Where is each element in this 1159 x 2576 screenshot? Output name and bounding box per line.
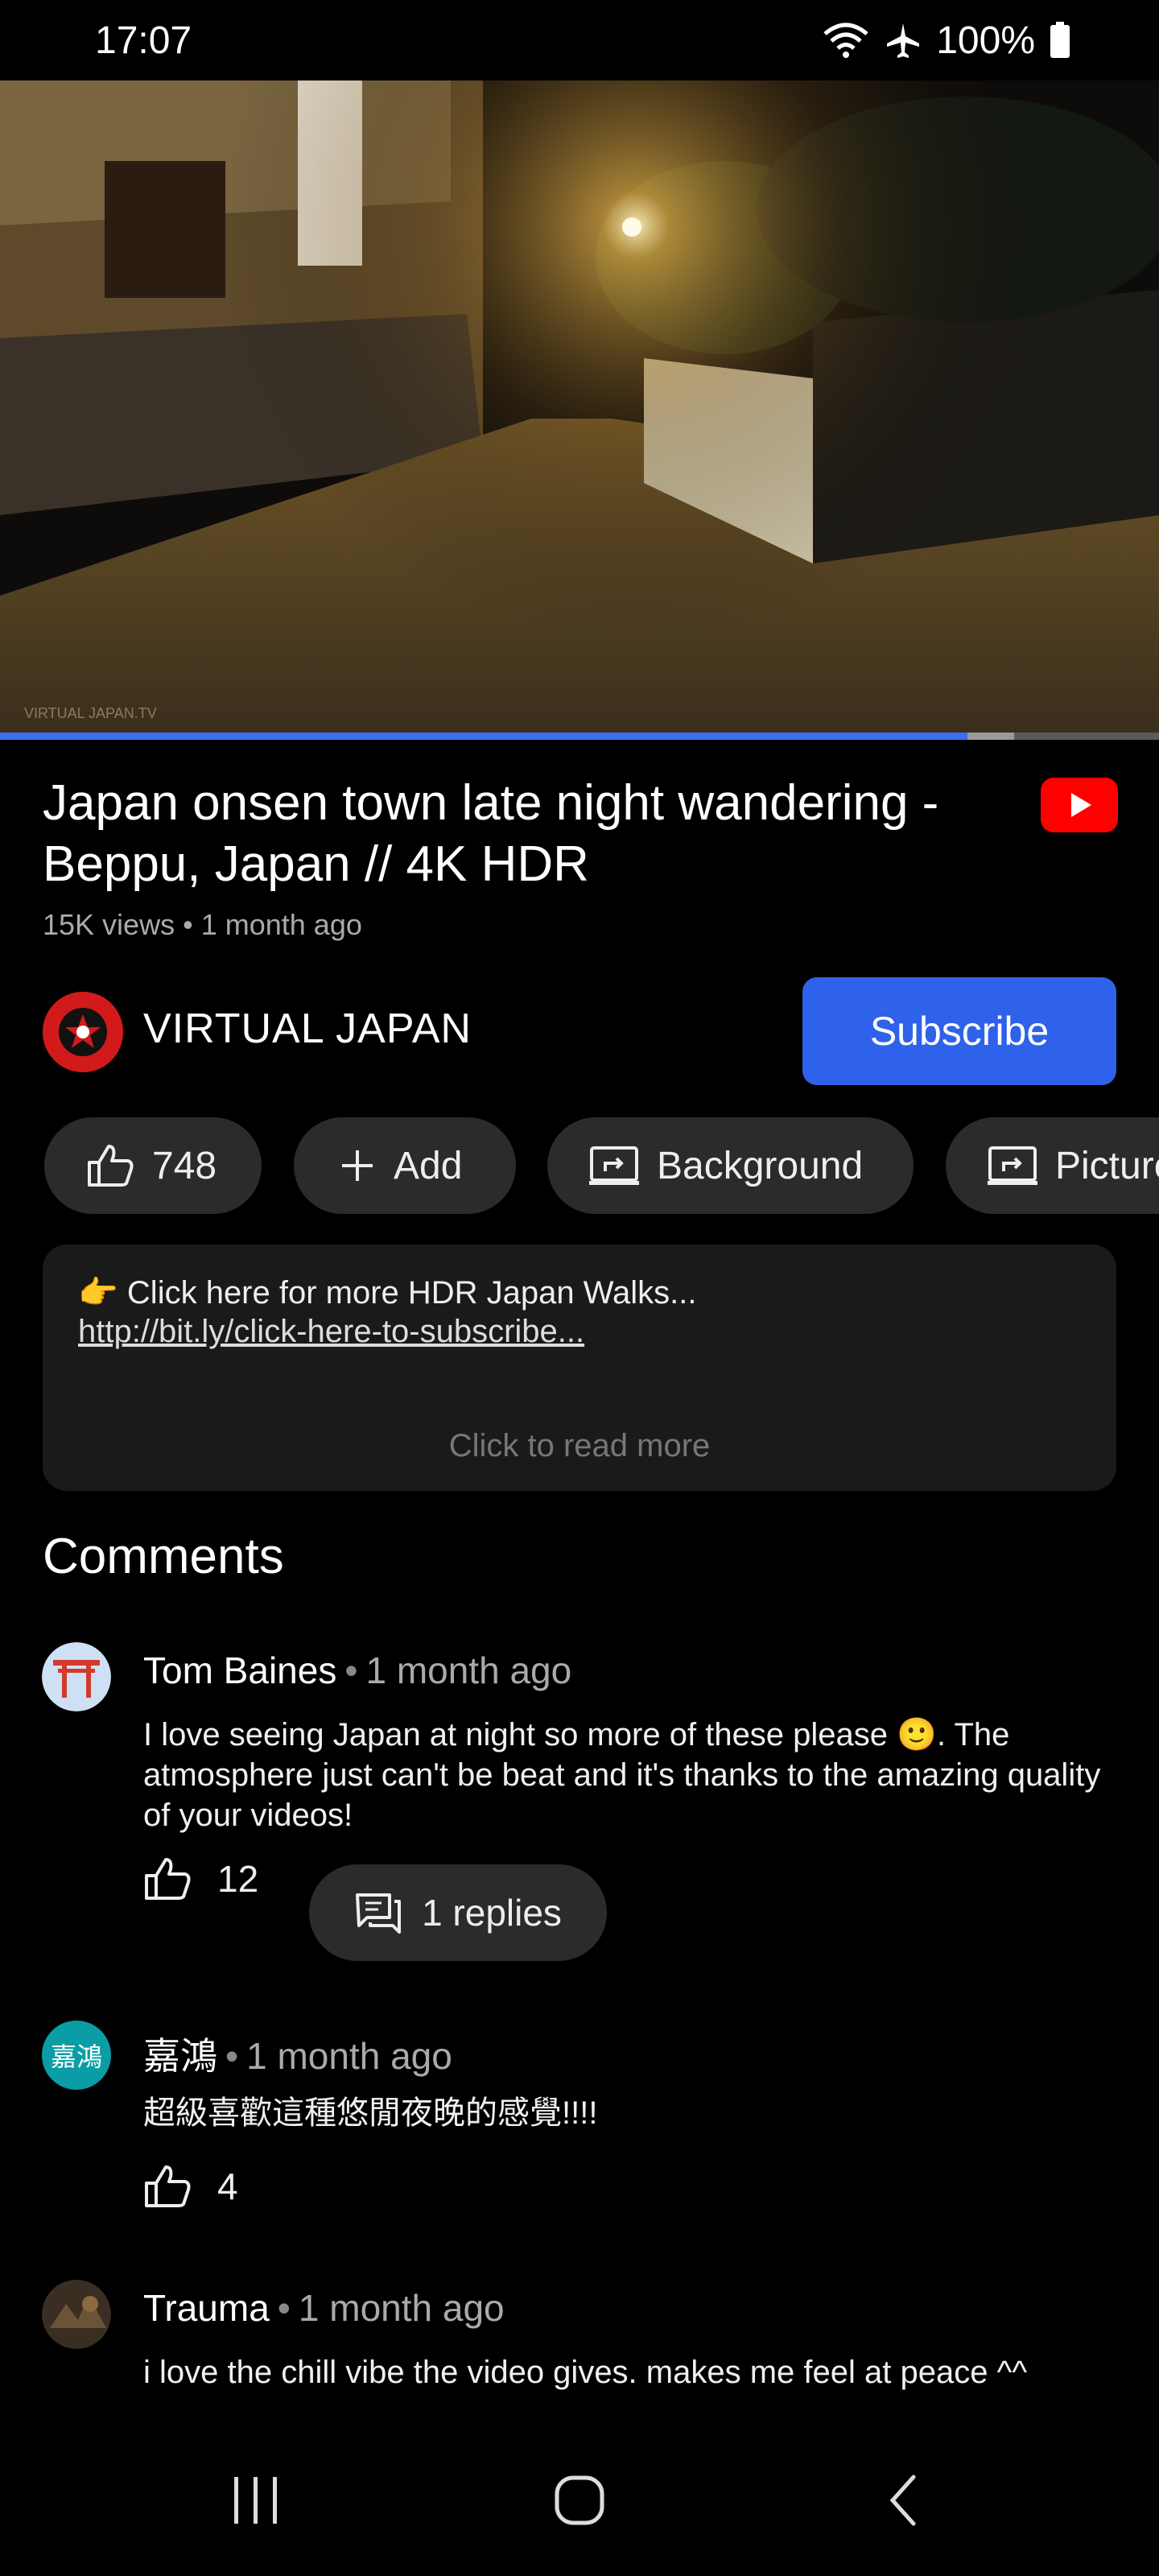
replies-button[interactable]: 1 replies — [309, 1864, 607, 1961]
comment-author[interactable]: Trauma — [143, 2287, 270, 2329]
description-link[interactable]: http://bit.ly/click-here-to-subscribe... — [78, 1314, 584, 1350]
comment-text: i love the chill vibe the video gives. m… — [143, 2355, 1028, 2390]
background-play-button[interactable]: Background — [547, 1117, 914, 1214]
like-count: 748 — [152, 1144, 217, 1187]
comment-like-button[interactable]: 12 — [143, 1856, 258, 1901]
picture-in-picture-button[interactable]: Picture — [946, 1117, 1159, 1214]
home-icon — [555, 2475, 604, 2525]
system-navigation-bar — [0, 2428, 1159, 2576]
picture-label: Picture — [1055, 1144, 1159, 1187]
comment-like-count: 12 — [217, 1858, 259, 1900]
description-text: 👉 Click here for more HDR Japan Walks... — [78, 1275, 697, 1311]
comment-separator: • — [344, 1649, 358, 1691]
thumbs-up-icon — [86, 1143, 134, 1188]
like-button[interactable]: 748 — [44, 1117, 262, 1214]
comment-time: 1 month ago — [298, 2287, 505, 2329]
comment-time: 1 month ago — [365, 1649, 572, 1691]
comment-bubbles-icon — [354, 1892, 422, 1934]
comment-header: Tom Baines • 1 month ago — [143, 1649, 571, 1692]
add-label: Add — [394, 1144, 463, 1187]
channel-name[interactable]: VIRTUAL JAPAN — [143, 1005, 472, 1053]
comment-separator: • — [277, 2287, 291, 2329]
background-label: Background — [657, 1144, 864, 1187]
comment-separator: • — [225, 2035, 239, 2077]
youtube-logo-icon[interactable] — [1041, 778, 1118, 832]
comments-heading: Comments — [43, 1529, 284, 1584]
action-chips: 748 Add Background Picture — [44, 1117, 1159, 1214]
video-player[interactable]: VIRTUAL JAPAN.TV — [0, 80, 1159, 734]
torii-gate-avatar[interactable] — [42, 1642, 111, 1711]
comment-text: 超級喜歡這種悠閒夜晚的感覺!!!! — [143, 2095, 598, 2131]
status-bar: 17:07 100% — [0, 0, 1159, 80]
video-title: Japan onsen town late night wandering - … — [43, 775, 939, 892]
comment-avatar[interactable]: 嘉鴻 — [42, 2021, 111, 2090]
meta-separator: • — [183, 908, 193, 941]
video-meta: 15K views • 1 month ago — [43, 908, 362, 942]
video-progress-fill — [0, 733, 968, 740]
svg-text:VIRTUAL JAPAN.TV: VIRTUAL JAPAN.TV — [24, 705, 157, 721]
wifi-icon — [822, 21, 870, 60]
comment-like-count: 4 — [217, 2165, 238, 2207]
battery-icon — [1050, 22, 1070, 59]
video-thumbnail: VIRTUAL JAPAN.TV — [0, 80, 1159, 734]
view-count: 15K views — [43, 908, 175, 941]
replies-count: 1 replies — [422, 1892, 562, 1934]
subscribe-button[interactable]: Subscribe — [802, 977, 1116, 1085]
comment-header: Trauma • 1 month ago — [143, 2286, 505, 2330]
comment-time: 1 month ago — [246, 2035, 452, 2077]
comment-author[interactable]: Tom Baines — [143, 1649, 336, 1691]
status-time: 17:07 — [95, 19, 192, 62]
channel-avatar[interactable] — [43, 992, 123, 1072]
back-button[interactable] — [855, 2460, 951, 2541]
comment-text: I love seeing Japan at night so more of … — [143, 1717, 1101, 1833]
picture-in-picture-icon — [988, 1146, 1037, 1186]
back-chevron-icon — [889, 2475, 916, 2526]
status-icons: 100% — [822, 19, 1070, 63]
thumbs-up-icon — [143, 1856, 217, 1901]
airplane-mode-icon — [885, 22, 922, 59]
upload-age: 1 month ago — [200, 908, 362, 941]
photo-avatar[interactable] — [42, 2280, 111, 2349]
home-button[interactable] — [531, 2460, 628, 2541]
video-progress-bar[interactable] — [0, 733, 1159, 740]
plus-icon — [339, 1147, 376, 1184]
thumbs-up-icon — [143, 2164, 217, 2209]
recent-apps-button[interactable] — [208, 2460, 304, 2541]
read-more-button[interactable]: Click to read more — [43, 1428, 1116, 1464]
comment-header: 嘉鴻 • 1 month ago — [143, 2027, 452, 2080]
comment-author[interactable]: 嘉鴻 — [143, 2035, 217, 2077]
recent-apps-icon — [234, 2477, 277, 2524]
cast-screen-icon — [589, 1146, 639, 1186]
comment-like-button[interactable]: 4 — [143, 2164, 238, 2209]
description-box[interactable]: 👉 Click here for more HDR Japan Walks...… — [43, 1245, 1116, 1491]
add-to-playlist-button[interactable]: Add — [294, 1117, 516, 1214]
battery-percent: 100% — [936, 19, 1035, 62]
